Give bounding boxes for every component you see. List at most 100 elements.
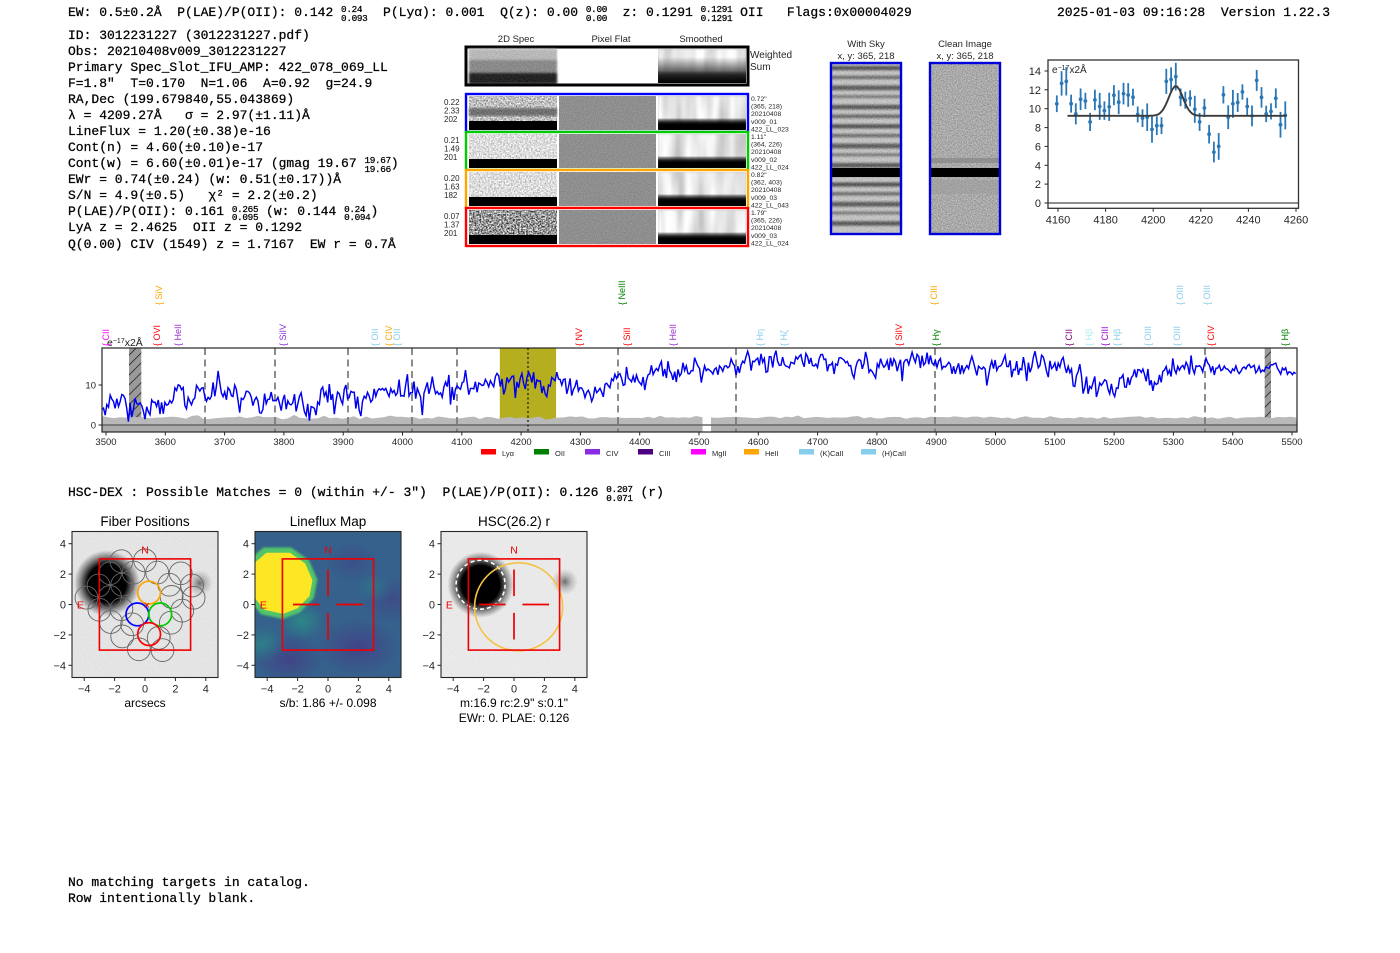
svg-text:N: N — [324, 545, 332, 557]
svg-text:−2: −2 — [477, 684, 490, 696]
svg-text:−4: −4 — [78, 684, 91, 696]
svg-text:{ OIII: { OIII — [1175, 285, 1185, 305]
svg-text:3500: 3500 — [95, 437, 116, 448]
svg-text:4400: 4400 — [629, 437, 650, 448]
svg-text:10: 10 — [85, 381, 96, 392]
svg-text:−2: −2 — [291, 684, 304, 696]
svg-text:0: 0 — [325, 684, 331, 696]
svg-text:{ NV: { NV — [574, 328, 584, 346]
svg-text:(K)CaII: (K)CaII — [820, 449, 844, 458]
svg-text:HeII: HeII — [765, 449, 779, 458]
svg-text:N: N — [141, 545, 149, 557]
svg-text:(365, 218): (365, 218) — [751, 104, 782, 111]
svg-text:{ SiV: { SiV — [154, 285, 164, 305]
svg-text:E: E — [260, 599, 267, 611]
svg-text:−2: −2 — [108, 684, 121, 696]
svg-text:e−17x2Å: e−17x2Å — [107, 336, 143, 349]
svg-text:4: 4 — [60, 539, 66, 551]
svg-text:202: 202 — [444, 115, 458, 124]
svg-text:4180: 4180 — [1093, 214, 1117, 226]
svg-text:20210408: 20210408 — [751, 111, 781, 118]
svg-text:20210408: 20210408 — [751, 187, 781, 194]
svg-text:(364, 226): (364, 226) — [751, 142, 782, 149]
svg-text:arcsecs: arcsecs — [124, 696, 165, 710]
svg-text:0: 0 — [1035, 198, 1041, 210]
svg-text:s/b: 1.86 +/- 0.098: s/b: 1.86 +/- 0.098 — [279, 696, 376, 710]
svg-text:{ HeII: { HeII — [173, 324, 183, 346]
svg-text:(362, 403): (362, 403) — [751, 180, 782, 187]
svg-text:CIV: CIV — [606, 449, 619, 458]
svg-text:{ OVI: { OVI — [152, 325, 162, 346]
svg-text:2: 2 — [429, 569, 435, 581]
svg-text:{ CII: { CII — [1064, 329, 1074, 346]
svg-text:2: 2 — [355, 684, 361, 696]
svg-text:v009_03: v009_03 — [751, 195, 777, 202]
svg-text:4240: 4240 — [1236, 214, 1260, 226]
svg-text:Fiber Positions: Fiber Positions — [100, 514, 190, 529]
svg-text:−4: −4 — [422, 660, 435, 672]
svg-text:e−17x2Å: e−17x2Å — [1052, 63, 1087, 76]
svg-text:20210408: 20210408 — [751, 225, 781, 232]
svg-text:4000: 4000 — [392, 437, 413, 448]
svg-text:−2: −2 — [422, 630, 435, 642]
svg-text:{ HeII: { HeII — [668, 324, 678, 346]
svg-text:MgII: MgII — [712, 449, 727, 458]
svg-text:0.72": 0.72" — [751, 96, 767, 103]
svg-text:v009_02: v009_02 — [751, 157, 777, 164]
svg-text:{ Hγ: { Hγ — [931, 329, 941, 346]
svg-text:422_LL_043: 422_LL_043 — [751, 202, 789, 209]
svg-text:N: N — [510, 545, 518, 557]
svg-text:{ CIV: { CIV — [1206, 325, 1216, 346]
svg-text:3900: 3900 — [333, 437, 354, 448]
svg-text:4900: 4900 — [926, 437, 947, 448]
svg-text:HSC(26.2) r: HSC(26.2) r — [478, 514, 551, 529]
svg-text:Clean Image: Clean Image — [938, 39, 992, 50]
svg-text:{ Hβ: { Hβ — [1112, 329, 1122, 346]
svg-text:{ SiIV: { SiIV — [278, 324, 288, 346]
svg-text:E: E — [77, 599, 84, 611]
svg-text:0.82": 0.82" — [751, 172, 767, 179]
svg-text:x, y: 365, 218: x, y: 365, 218 — [936, 51, 993, 62]
svg-text:OII: OII — [555, 449, 565, 458]
svg-text:4260: 4260 — [1284, 214, 1308, 226]
svg-text:{ SiIV: { SiIV — [894, 324, 904, 346]
svg-text:8: 8 — [1035, 123, 1041, 135]
svg-text:x, y: 365, 218: x, y: 365, 218 — [837, 51, 894, 62]
svg-text:−4: −4 — [447, 684, 460, 696]
svg-text:5400: 5400 — [1222, 437, 1243, 448]
svg-text:4160: 4160 — [1046, 214, 1070, 226]
svg-text:5300: 5300 — [1163, 437, 1184, 448]
svg-text:0: 0 — [243, 600, 249, 612]
svg-text:0: 0 — [142, 684, 148, 696]
svg-text:EWr: 0. PLAE: 0.126: EWr: 0. PLAE: 0.126 — [459, 711, 570, 725]
svg-text:v009_03: v009_03 — [751, 233, 777, 240]
svg-text:6: 6 — [1035, 141, 1041, 153]
svg-text:201: 201 — [444, 229, 458, 238]
svg-text:0: 0 — [60, 600, 66, 612]
svg-text:Lineflux Map: Lineflux Map — [290, 514, 367, 529]
svg-text:5100: 5100 — [1044, 437, 1065, 448]
svg-text:With Sky: With Sky — [847, 39, 885, 50]
svg-text:201: 201 — [444, 153, 458, 162]
svg-text:−2: −2 — [53, 630, 66, 642]
svg-text:2: 2 — [60, 569, 66, 581]
svg-text:5200: 5200 — [1104, 437, 1125, 448]
svg-text:v009_01: v009_01 — [751, 119, 777, 126]
svg-text:m:16.9 rc:2.9" s:0.1": m:16.9 rc:2.9" s:0.1" — [460, 696, 568, 710]
svg-text:Pixel Flat: Pixel Flat — [591, 34, 630, 45]
svg-text:182: 182 — [444, 191, 458, 200]
svg-text:20210408: 20210408 — [751, 149, 781, 156]
svg-text:−2: −2 — [236, 630, 249, 642]
svg-text:E: E — [446, 599, 453, 611]
svg-text:3700: 3700 — [214, 437, 235, 448]
svg-text:Lyα: Lyα — [502, 449, 515, 458]
svg-text:{ Hβ: { Hβ — [1084, 329, 1094, 346]
svg-text:4220: 4220 — [1189, 214, 1213, 226]
svg-text:Sum: Sum — [750, 62, 771, 73]
svg-text:{ NeIII: { NeIII — [617, 280, 627, 305]
svg-text:4300: 4300 — [570, 437, 591, 448]
svg-text:{ Hβ: { Hβ — [1280, 329, 1290, 346]
svg-text:{ OII: { OII — [392, 328, 402, 346]
svg-text:0: 0 — [91, 421, 96, 432]
svg-text:1.79": 1.79" — [751, 210, 767, 217]
